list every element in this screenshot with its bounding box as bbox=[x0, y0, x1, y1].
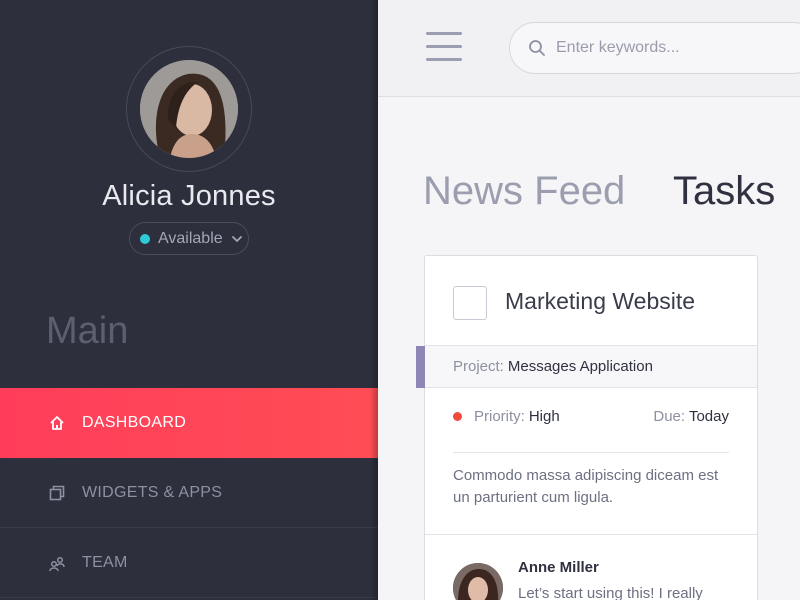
priority-dot bbox=[453, 412, 462, 421]
sidebar-item-label: DASHBOARD bbox=[82, 414, 187, 431]
due-label: Due: bbox=[653, 408, 686, 425]
user-avatar[interactable] bbox=[140, 60, 238, 158]
status-dot bbox=[140, 233, 150, 244]
search-bar[interactable] bbox=[509, 22, 800, 74]
task-comment: Anne Miller Let’s start using this! I re… bbox=[425, 534, 757, 600]
sidebar-item-widgets[interactable]: WIDGETS & APPS bbox=[0, 458, 378, 528]
task-card-header: Marketing Website bbox=[425, 256, 757, 346]
menu-icon[interactable] bbox=[426, 32, 462, 62]
tab-news-feed[interactable]: News Feed bbox=[423, 169, 625, 214]
divider bbox=[453, 452, 729, 453]
task-description: Commodo massa adipiscing diceam est un p… bbox=[453, 467, 719, 506]
sidebar-shadow bbox=[370, 0, 378, 600]
chevron-down-icon bbox=[231, 235, 242, 242]
task-title: Marketing Website bbox=[505, 288, 696, 314]
search-icon bbox=[529, 40, 545, 56]
section-title: Main bbox=[46, 310, 129, 352]
search-input[interactable] bbox=[556, 39, 796, 57]
project-label: Project: bbox=[453, 358, 504, 375]
project-accent-bar bbox=[416, 346, 425, 388]
comment-text: Let’s start using this! I really bbox=[518, 585, 703, 600]
commenter-avatar[interactable] bbox=[453, 563, 503, 600]
sidebar-item-label: WIDGETS & APPS bbox=[82, 483, 223, 501]
task-meta: Priority: High Due: Today bbox=[453, 408, 729, 425]
home-icon bbox=[48, 414, 66, 432]
priority-label: Priority: bbox=[474, 408, 525, 425]
priority-value: High bbox=[528, 408, 560, 425]
tab-tasks[interactable]: Tasks bbox=[673, 169, 775, 214]
status-label: Available bbox=[158, 229, 223, 247]
sidebar-item-label: TEAM bbox=[82, 553, 128, 571]
top-bar bbox=[378, 0, 800, 97]
due-date: Due: Today bbox=[653, 408, 729, 425]
widgets-icon bbox=[48, 484, 66, 502]
commenter-name: Anne Miller bbox=[518, 559, 599, 576]
project-value[interactable]: Messages Application bbox=[508, 358, 653, 375]
user-name: Alicia Jonnes bbox=[102, 180, 276, 212]
due-value: Today bbox=[688, 408, 729, 425]
sidebar-item-team[interactable]: TEAM bbox=[0, 528, 378, 598]
task-card: Marketing Website Project: Messages Appl… bbox=[416, 255, 758, 600]
task-project: Project: Messages Application bbox=[425, 346, 757, 388]
task-checkbox[interactable] bbox=[453, 286, 487, 320]
sidebar: Alicia Jonnes Available Main DASHBOARD W… bbox=[0, 0, 378, 600]
sidebar-item-dashboard[interactable]: DASHBOARD bbox=[0, 388, 378, 458]
team-icon bbox=[48, 554, 66, 572]
main-content: News Feed Tasks Marketing Website Projec… bbox=[378, 97, 800, 600]
status-dropdown[interactable]: Available bbox=[129, 222, 249, 255]
